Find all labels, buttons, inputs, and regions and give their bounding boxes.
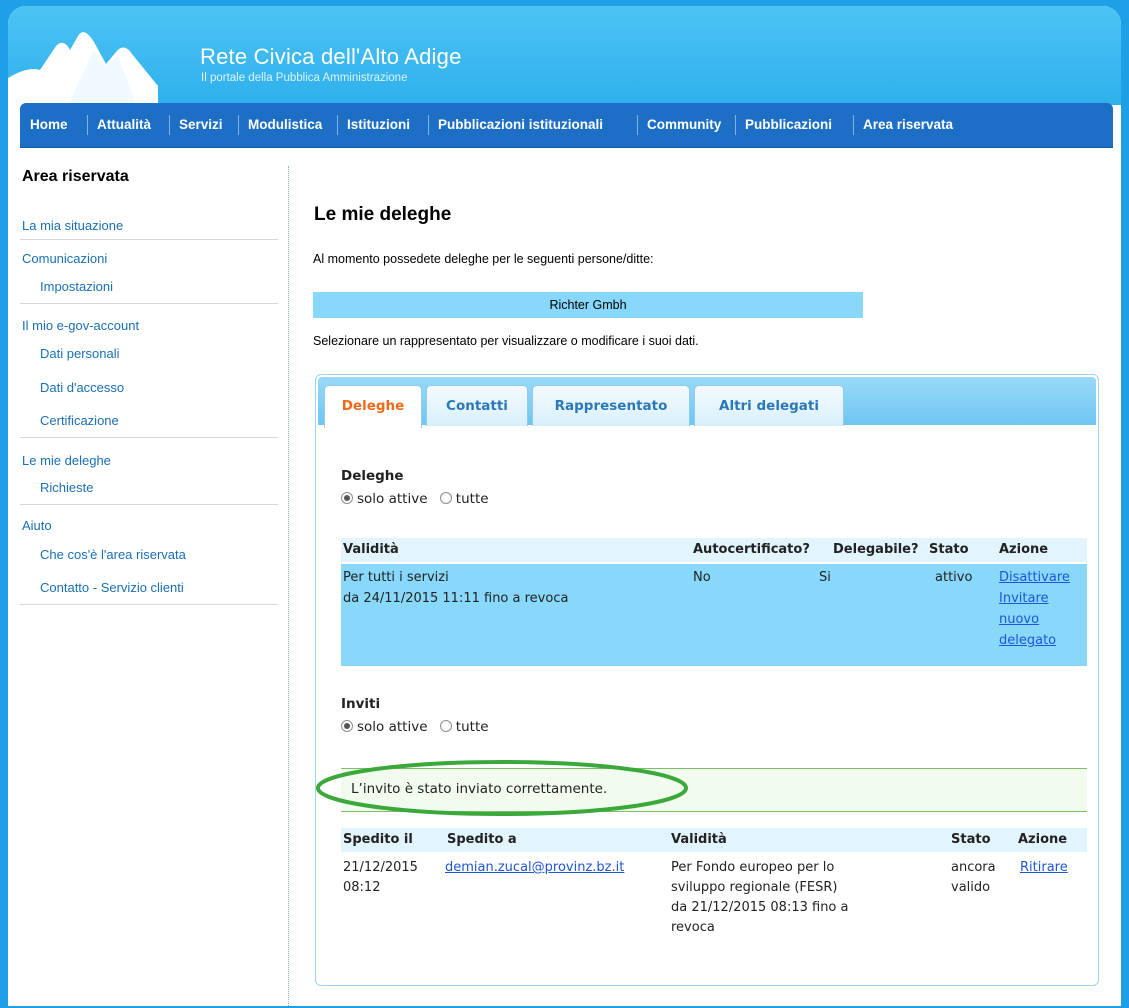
mountains-logo-icon: [8, 32, 158, 105]
sidebar-item-certificazione[interactable]: Certificazione: [40, 413, 119, 428]
col-stato: Stato: [951, 832, 991, 847]
tab-altri-delegati[interactable]: Altri delegati: [694, 385, 844, 426]
radio-label: solo attive: [357, 719, 428, 735]
intro-text: Al momento possedete deleghe per le segu…: [313, 252, 654, 266]
sidebar-item-richieste[interactable]: Richieste: [40, 480, 93, 495]
column-divider: [288, 166, 289, 1006]
page-title: Le mie deleghe: [314, 204, 452, 225]
highlight-ellipse: [316, 760, 688, 816]
cell-stato-1: ancora: [951, 860, 996, 875]
sidebar-divider: [20, 604, 278, 605]
tab-rappresentato[interactable]: Rappresentato: [532, 385, 690, 426]
nav-attualita[interactable]: Attualità: [97, 103, 151, 147]
cell-time: 08:12: [343, 880, 381, 895]
table-row: 21/12/2015 08:12 demian.zucal@provinz.bz…: [341, 854, 1087, 952]
table-header-row: Validità Autocertificato? Delegabile? St…: [341, 538, 1087, 562]
inviti-filter: solo attive tutte: [341, 719, 489, 735]
col-spedito-il: Spedito il: [343, 832, 413, 847]
col-validita: Validità: [671, 832, 727, 847]
col-stato: Stato: [929, 542, 969, 557]
sidebar-divider: [20, 504, 278, 505]
cell-date: 21/12/2015: [343, 860, 418, 875]
ritirare-link[interactable]: Ritirare: [1020, 858, 1068, 877]
tab-contatti[interactable]: Contatti: [426, 385, 528, 426]
col-autocertificato: Autocertificato?: [693, 542, 810, 557]
nav-divider: [735, 115, 736, 135]
main-nav: Home Attualità Servizi Modulistica Istit…: [20, 103, 1113, 148]
radio-label: tutte: [455, 719, 489, 735]
inviti-table: Spedito il Spedito a Validità Stato Azio…: [341, 828, 1087, 954]
nav-divider: [238, 115, 239, 135]
nav-divider: [637, 115, 638, 135]
cell-validita-3: da 21/12/2015 08:13 fino a: [671, 900, 849, 915]
sidebar-item-che-cose[interactable]: Che cos'è l'area riservata: [40, 547, 186, 562]
nav-divider: [428, 115, 429, 135]
nav-divider: [169, 115, 170, 135]
email-link[interactable]: demian.zucal@provinz.bz.it: [445, 858, 624, 877]
invitare-link[interactable]: nuovo: [999, 610, 1039, 629]
radio-label: solo attive: [357, 491, 428, 507]
nav-divider: [853, 115, 854, 135]
sidebar-divider: [20, 303, 278, 304]
tab-bar: Deleghe Contatti Rappresentato Altri del…: [318, 377, 1096, 428]
sidebar-item-comunicazioni[interactable]: Comunicazioni: [22, 251, 107, 266]
sidebar-title: Area riservata: [22, 168, 129, 185]
nav-divider: [337, 115, 338, 135]
nav-community[interactable]: Community: [647, 103, 721, 147]
cell-validita-1: Per Fondo europeo per lo: [671, 860, 835, 875]
sidebar-divider: [20, 239, 278, 240]
cell-validita-2: da 24/11/2015 11:11 fino a revoca: [343, 591, 569, 606]
cell-delegabile: Si: [819, 570, 831, 585]
disattivare-link[interactable]: Disattivare: [999, 568, 1070, 587]
site-title[interactable]: Rete Civica dell'Alto Adige: [200, 44, 462, 70]
nav-pubblicazioni-istituzionali[interactable]: Pubblicazioni istituzionali: [438, 103, 603, 147]
sidebar-item-egov-account[interactable]: Il mio e-gov-account: [22, 318, 139, 333]
sidebar-item-le-mie-deleghe[interactable]: Le mie deleghe: [22, 453, 111, 468]
nav-area-riservata[interactable]: Area riservata: [863, 103, 953, 147]
sidebar-divider: [20, 437, 278, 438]
site-subtitle: Il portale della Pubblica Amministrazion…: [201, 72, 408, 84]
cell-validita-4: revoca: [671, 920, 715, 935]
tab-deleghe[interactable]: Deleghe: [324, 385, 422, 428]
cell-validita-1: Per tutti i servizi: [343, 570, 449, 585]
nav-modulistica[interactable]: Modulistica: [248, 103, 322, 147]
cell-autocertificato: No: [693, 570, 711, 585]
sidebar-item-dati-personali[interactable]: Dati personali: [40, 346, 120, 361]
sidebar-item-aiuto[interactable]: Aiuto: [22, 518, 52, 533]
col-delegabile: Delegabile?: [833, 542, 919, 557]
sidebar-item-dati-accesso[interactable]: Dati d'accesso: [40, 380, 124, 395]
select-hint-text: Selezionare un rappresentato per visuali…: [313, 334, 699, 348]
col-azione: Azione: [1018, 832, 1068, 847]
deleghe-filter: solo attive tutte: [341, 491, 489, 507]
nav-istituzioni[interactable]: Istituzioni: [347, 103, 410, 147]
page-frame: Rete Civica dell'Alto Adige Il portale d…: [8, 6, 1121, 1006]
sidebar-item-la-mia-situazione[interactable]: La mia situazione: [22, 218, 123, 233]
nav-home[interactable]: Home: [30, 103, 68, 147]
sidebar-item-impostazioni[interactable]: Impostazioni: [40, 279, 113, 294]
table-row[interactable]: Per tutti i servizi da 24/11/2015 11:11 …: [341, 564, 1087, 666]
col-spedito-a: Spedito a: [447, 832, 517, 847]
col-azione: Azione: [999, 542, 1049, 557]
deleghe-section-title: Deleghe: [341, 468, 404, 484]
radio-label: tutte: [455, 491, 489, 507]
cell-validita-2: sviluppo regionale (FESR): [671, 880, 838, 895]
radio-inviti-tutte[interactable]: [439, 720, 452, 732]
nav-divider: [87, 115, 88, 135]
radio-inviti-solo-attive[interactable]: [341, 720, 353, 732]
cell-stato-2: valido: [951, 880, 991, 895]
sidebar-item-contatto[interactable]: Contatto - Servizio clienti: [40, 580, 184, 595]
represented-person-row[interactable]: Richter Gmbh: [313, 292, 863, 318]
col-validita: Validità: [343, 542, 399, 557]
radio-deleghe-tutte[interactable]: [439, 492, 452, 504]
invitare-link[interactable]: delegato: [999, 631, 1056, 650]
nav-pubblicazioni[interactable]: Pubblicazioni: [745, 103, 832, 147]
invitare-link[interactable]: Invitare: [999, 589, 1049, 608]
deleghe-table: Validità Autocertificato? Delegabile? St…: [341, 538, 1087, 668]
cell-stato: attivo: [935, 570, 973, 585]
site-header: Rete Civica dell'Alto Adige Il portale d…: [8, 6, 1121, 105]
radio-deleghe-solo-attive[interactable]: [341, 492, 353, 504]
nav-servizi[interactable]: Servizi: [179, 103, 223, 147]
inviti-section-title: Inviti: [341, 696, 381, 712]
table-header-row: Spedito il Spedito a Validità Stato Azio…: [341, 828, 1087, 852]
